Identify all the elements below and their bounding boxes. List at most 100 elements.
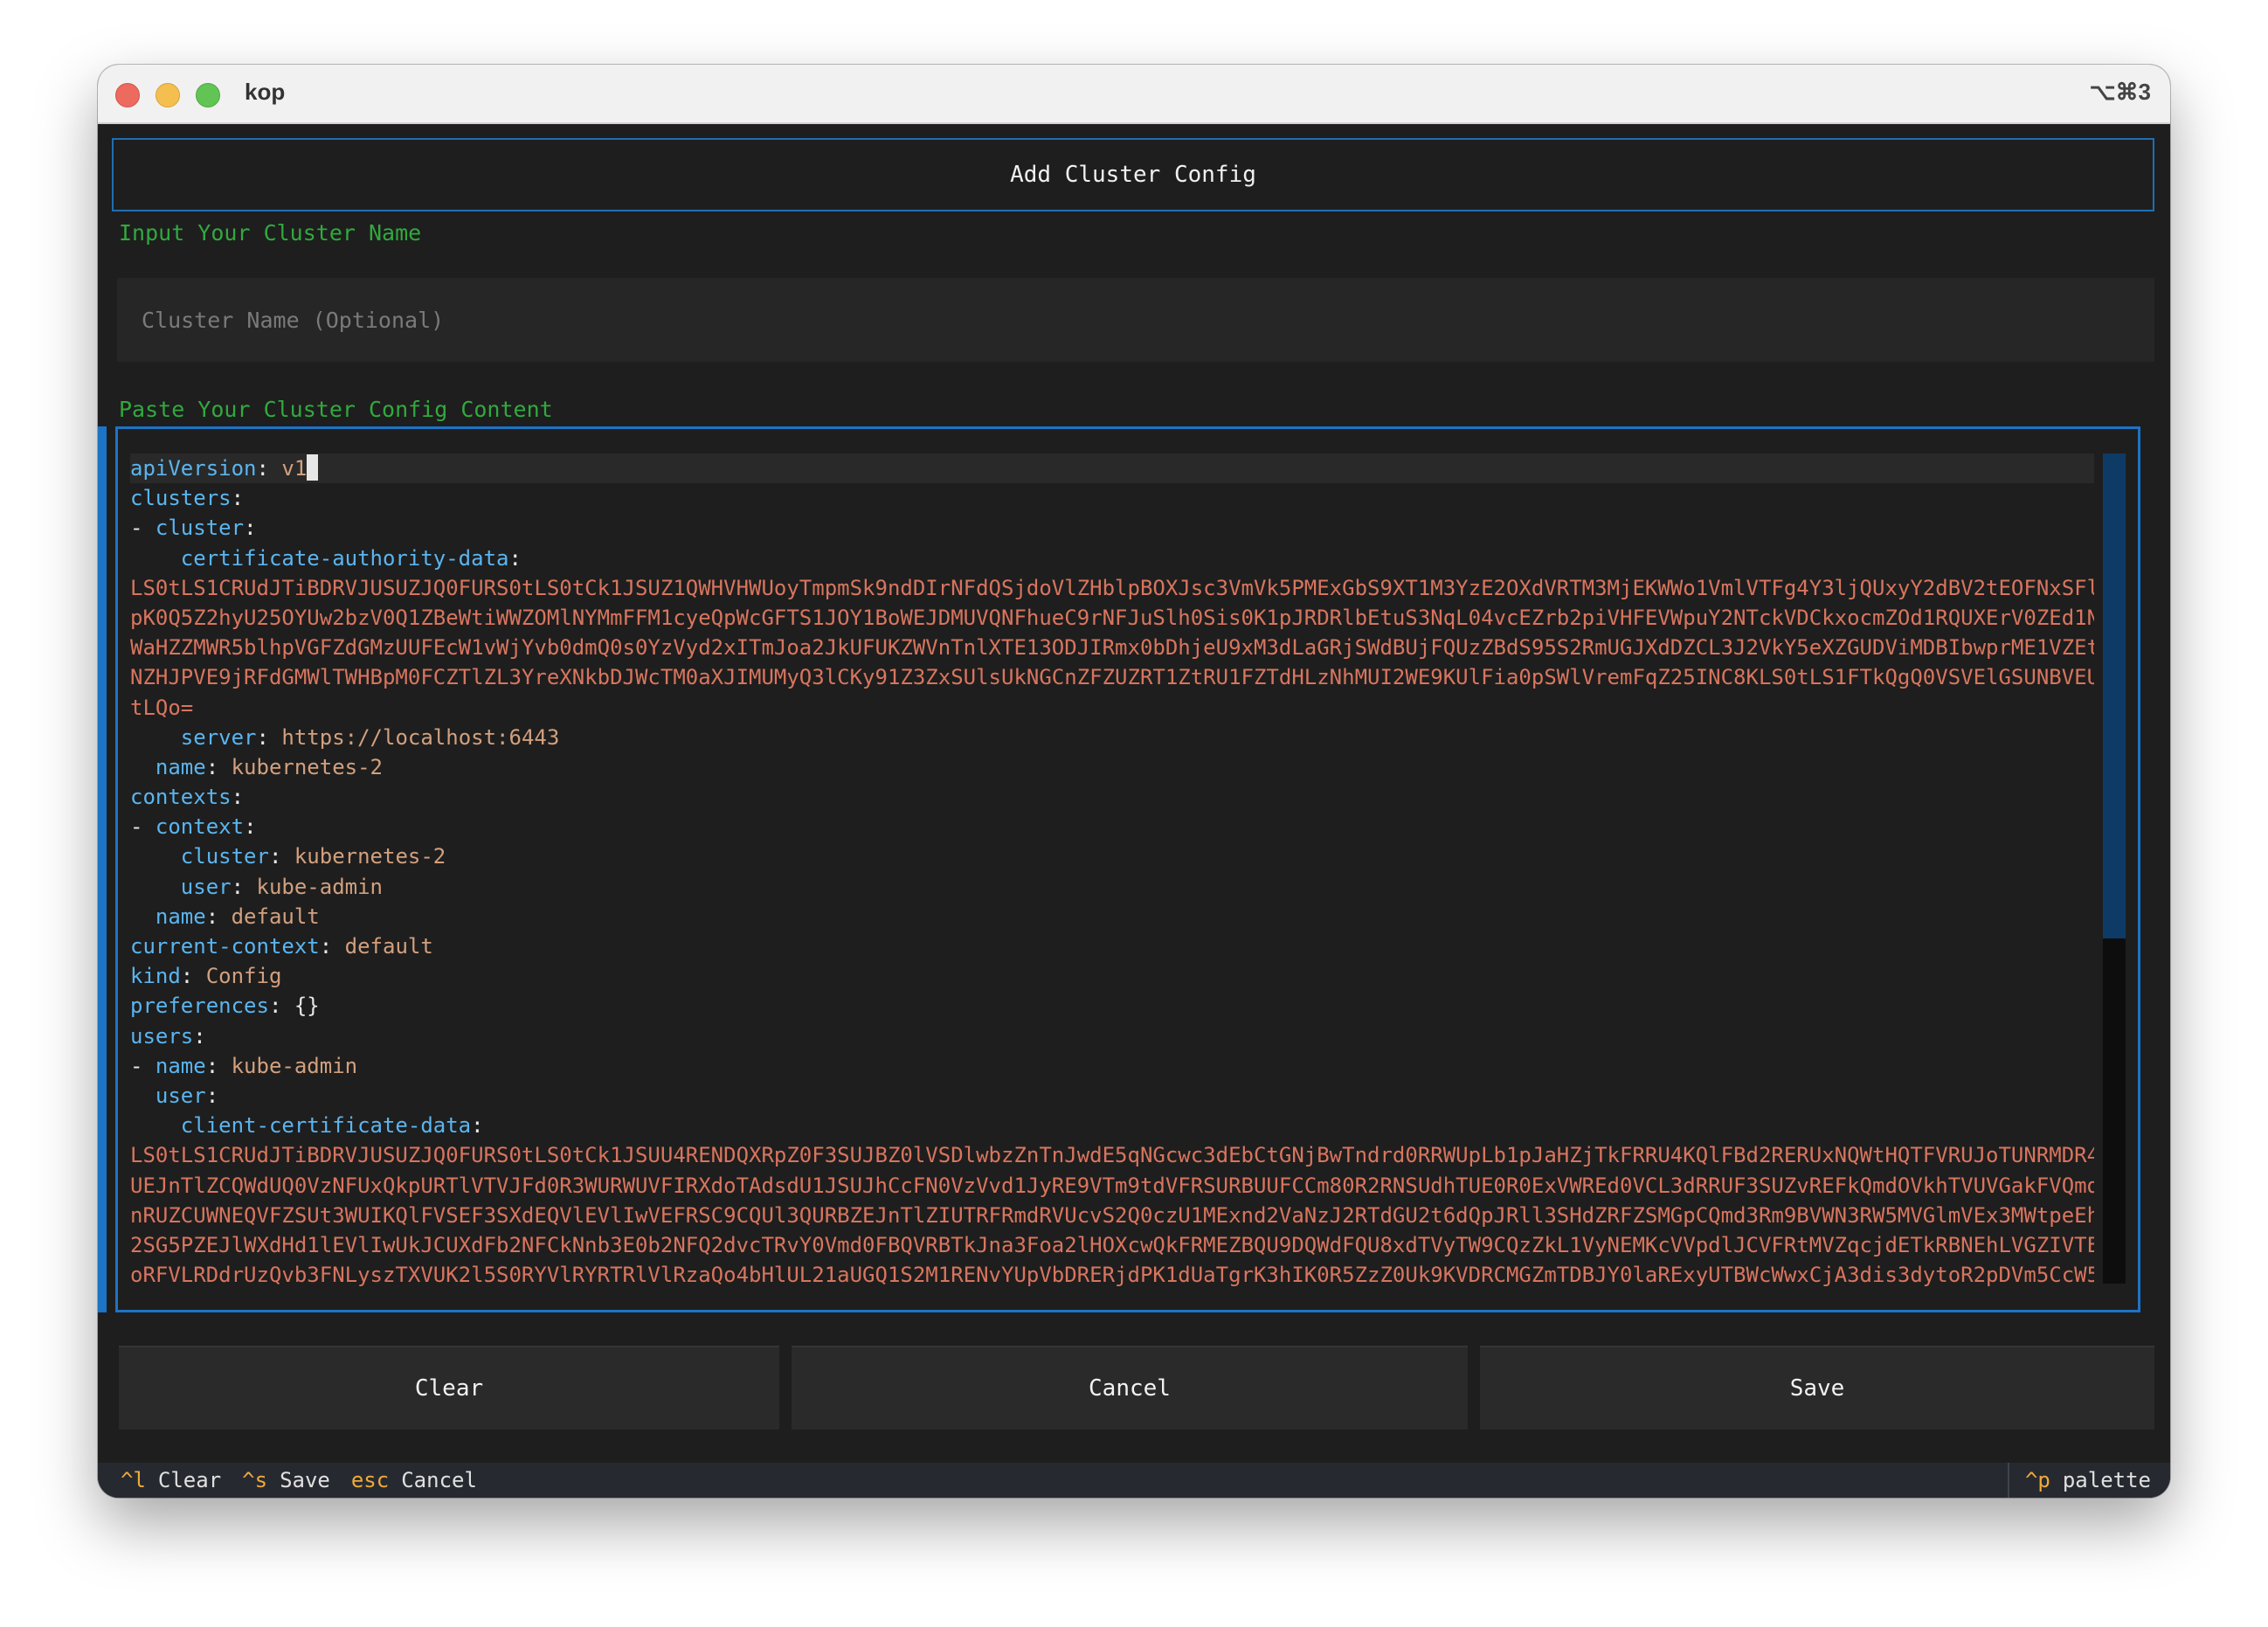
footer-bar: ^l Clear ^s Save esc Cancel ^p palette xyxy=(98,1463,2170,1498)
yaml-key: contexts xyxy=(130,785,232,810)
dialog-title: Add Cluster Config xyxy=(1010,162,1256,188)
app-content: Add Cluster Config Input Your Cluster Na… xyxy=(98,124,2170,1498)
footer-key-clear[interactable]: ^l xyxy=(121,1468,146,1492)
footer-key-palette[interactable]: ^p xyxy=(2025,1468,2050,1492)
footer-palette[interactable]: ^p palette xyxy=(2007,1463,2170,1498)
code-line[interactable]: user: xyxy=(130,1081,2094,1111)
yaml-key: user xyxy=(155,1083,206,1108)
text-cursor xyxy=(307,454,319,481)
yaml-value: default xyxy=(231,904,320,929)
code-line[interactable]: name: kubernetes-2 xyxy=(130,752,2094,782)
yaml-value: kubernetes-2 xyxy=(294,844,446,869)
cluster-name-input[interactable] xyxy=(117,278,2154,362)
yaml-separator: : xyxy=(268,994,294,1019)
yaml-key: apiVersion xyxy=(130,456,257,481)
footer-key-cancel[interactable]: esc xyxy=(351,1468,389,1492)
app-window: kop ⌥⌘3 Add Cluster Config Input Your Cl… xyxy=(98,65,2170,1498)
code-indent: - xyxy=(130,814,156,840)
clear-button[interactable]: Clear xyxy=(119,1346,779,1430)
code-line[interactable]: certificate-authority-data: xyxy=(130,543,2094,573)
code-line[interactable]: clusters: xyxy=(130,483,2094,513)
yaml-value: kube-admin xyxy=(256,874,384,899)
footer-label-save[interactable]: Save xyxy=(280,1468,330,1492)
code-line[interactable]: - name: kube-admin xyxy=(130,1051,2094,1081)
yaml-separator: : xyxy=(319,934,345,959)
minimize-window-button[interactable] xyxy=(156,83,180,107)
code-line[interactable]: - cluster: xyxy=(130,513,2094,543)
code-line[interactable]: NZHJPVE9jRFdGMWlTWHBpM0FCZTlZL3YreXNkbDJ… xyxy=(130,662,2094,692)
code-indent: - xyxy=(130,1053,156,1078)
code-line[interactable]: name: default xyxy=(130,902,2094,931)
yaml-separator: : xyxy=(471,1113,484,1139)
yaml-separator: : xyxy=(205,1083,219,1108)
base64-data: oRFVLRDdrUzQvb3FNLyszTXVUK2l5S0RYVlRYRTR… xyxy=(130,1263,2094,1288)
yaml-separator: : xyxy=(244,516,257,541)
editor-scrollbar-thumb[interactable] xyxy=(2103,453,2126,938)
close-window-button[interactable] xyxy=(115,83,140,107)
code-line[interactable]: current-context: default xyxy=(130,931,2094,961)
config-code[interactable]: apiVersion: v1 clusters: - cluster: certif… xyxy=(130,453,2094,1290)
cancel-button[interactable]: Cancel xyxy=(792,1346,1468,1430)
code-indent: - xyxy=(130,516,156,541)
footer-label-cancel[interactable]: Cancel xyxy=(401,1468,477,1492)
config-editor[interactable]: apiVersion: v1 clusters: - cluster: certif… xyxy=(115,426,2140,1312)
footer-label-palette[interactable]: palette xyxy=(2063,1468,2151,1492)
yaml-value: kubernetes-2 xyxy=(231,754,383,779)
base64-data: LS0tLS1CRUdJTiBDRVJUSUZJQ0FURS0tLS0tCk1J… xyxy=(130,1143,2094,1168)
cluster-name-label: Input Your Cluster Name xyxy=(119,220,422,246)
code-line[interactable]: LS0tLS1CRUdJTiBDRVJUSUZJQ0FURS0tLS0tCk1J… xyxy=(130,573,2094,603)
yaml-key: current-context xyxy=(130,934,320,959)
window-shortcut: ⌥⌘3 xyxy=(2089,79,2151,105)
yaml-key: certificate-authority-data xyxy=(180,545,509,571)
editor-scrollbar[interactable] xyxy=(2103,453,2126,1284)
yaml-separator: : xyxy=(508,545,522,571)
yaml-key: user xyxy=(180,874,232,899)
yaml-key: cluster xyxy=(155,516,245,541)
footer-key-save[interactable]: ^s xyxy=(242,1468,267,1492)
yaml-key: preferences xyxy=(130,994,269,1019)
code-line[interactable]: UEJnTlZCQWdUQ0VzNFUxQkpURTlVTVJFd0R3WURW… xyxy=(130,1171,2094,1201)
code-line[interactable]: server: https://localhost:6443 xyxy=(130,723,2094,752)
yaml-key: name xyxy=(155,1053,206,1078)
yaml-key: server xyxy=(180,724,257,750)
code-line[interactable]: user: kube-admin xyxy=(130,872,2094,902)
yaml-value: kube-admin xyxy=(231,1053,358,1078)
code-line[interactable]: preferences: {} xyxy=(130,991,2094,1021)
base64-data: NZHJPVE9jRFdGMWlTWHBpM0FCZTlZL3YreXNkbDJ… xyxy=(130,665,2094,690)
yaml-separator: : xyxy=(205,754,232,779)
yaml-separator: : xyxy=(256,724,282,750)
code-line[interactable]: pK0Q5Z2hyU25OYUw2bzV0Q1ZBeWtiWWZOMlNYMmF… xyxy=(130,603,2094,633)
code-line[interactable]: apiVersion: v1 xyxy=(130,453,2094,484)
yaml-value: v1 xyxy=(281,456,308,481)
code-line[interactable]: cluster: kubernetes-2 xyxy=(130,841,2094,871)
yaml-separator: : xyxy=(256,456,282,481)
code-line[interactable]: tLQo= xyxy=(130,693,2094,723)
code-line[interactable]: oRFVLRDdrUzQvb3FNLyszTXVUK2l5S0RYVlRYRTR… xyxy=(130,1260,2094,1290)
code-line[interactable]: users: xyxy=(130,1021,2094,1051)
yaml-key: client-certificate-data xyxy=(180,1113,472,1139)
yaml-separator: : xyxy=(268,844,294,869)
yaml-key: users xyxy=(130,1023,194,1049)
yaml-key: kind xyxy=(130,964,181,989)
base64-data: tLQo= xyxy=(130,695,194,720)
code-line[interactable]: LS0tLS1CRUdJTiBDRVJUSUZJQ0FURS0tLS0tCk1J… xyxy=(130,1140,2094,1170)
code-line[interactable]: - context: xyxy=(130,812,2094,841)
yaml-separator: : xyxy=(205,1053,232,1078)
yaml-separator: : xyxy=(244,814,257,840)
save-button[interactable]: Save xyxy=(1480,1346,2154,1430)
zoom-window-button[interactable] xyxy=(196,83,220,107)
code-line[interactable]: 2SG5PZEJlWXdHd1lEVlIwUkJCUXdFb2NFCkNnb3E… xyxy=(130,1230,2094,1260)
code-line[interactable]: client-certificate-data: xyxy=(130,1111,2094,1140)
code-line[interactable]: contexts: xyxy=(130,782,2094,812)
yaml-key: name xyxy=(155,754,206,779)
footer-label-clear[interactable]: Clear xyxy=(158,1468,221,1492)
code-line[interactable]: nRUZCUWNEQVFZSUt3WUIKQlFVSEF3SXdEQVlEVlI… xyxy=(130,1201,2094,1230)
code-line[interactable]: WaHZZMWR5blhpVGFZdGMzUUFEcW1vWjYvb0dmQ0s… xyxy=(130,633,2094,662)
base64-data: pK0Q5Z2hyU25OYUw2bzV0Q1ZBeWtiWWZOMlNYMmF… xyxy=(130,605,2094,630)
code-line[interactable]: kind: Config xyxy=(130,961,2094,991)
yaml-separator: : xyxy=(205,904,232,929)
config-content-label: Paste Your Cluster Config Content xyxy=(119,397,553,422)
